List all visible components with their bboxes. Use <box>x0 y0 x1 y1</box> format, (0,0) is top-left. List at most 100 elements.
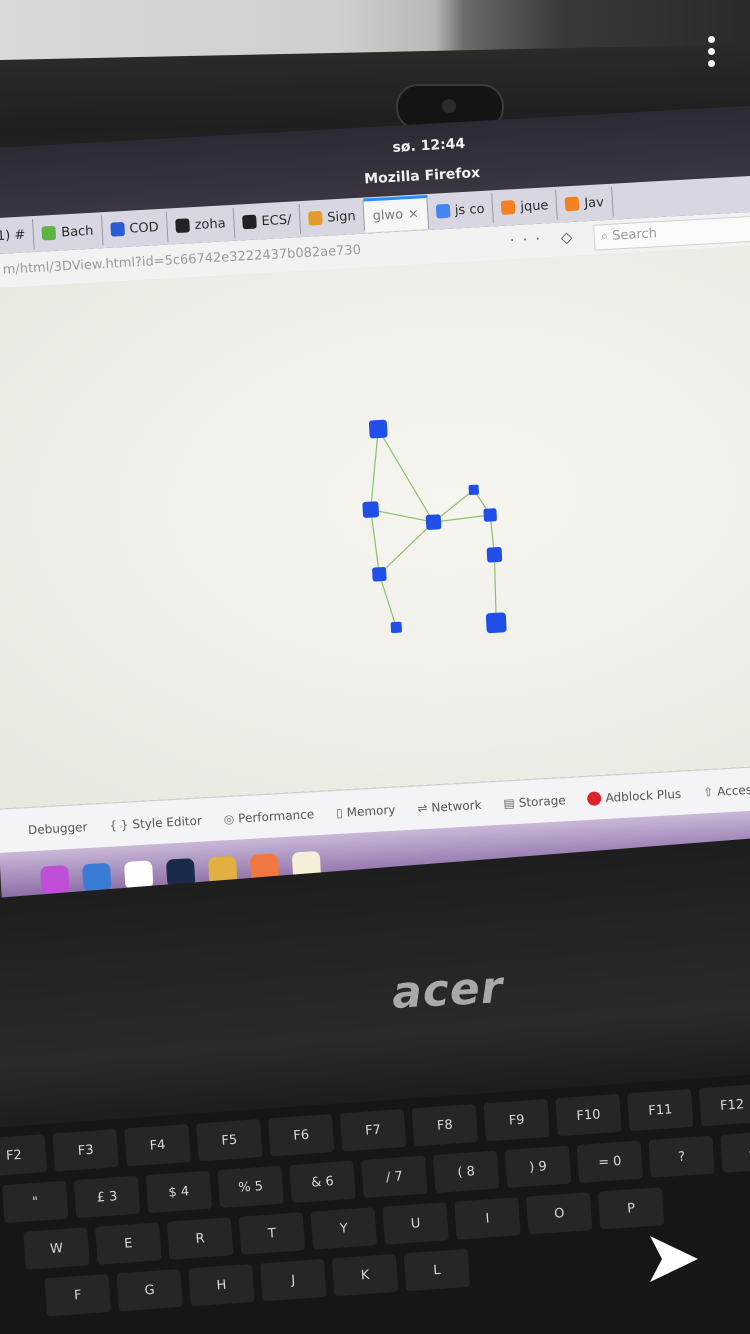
keyboard-key[interactable]: E <box>95 1222 162 1265</box>
keyboard-key[interactable]: F4 <box>124 1124 191 1167</box>
dock-app-icon[interactable] <box>40 865 70 895</box>
tab-0[interactable]: (1) # <box>0 219 36 253</box>
graph-node[interactable] <box>486 547 503 563</box>
devtools-tab-label: Adblock Plus <box>605 786 682 805</box>
keyboard-key[interactable]: U <box>382 1202 449 1245</box>
keyboard-key[interactable]: " <box>1 1180 69 1224</box>
search-placeholder: Search <box>611 226 658 244</box>
graph-node[interactable] <box>425 514 442 530</box>
graph-node[interactable] <box>468 484 480 496</box>
keyboard-key[interactable]: J <box>260 1258 327 1302</box>
devtools-tab-1[interactable]: { } Style Editor <box>109 814 202 833</box>
keyboard-key[interactable]: F8 <box>411 1103 479 1147</box>
keyboard-key[interactable]: H <box>188 1263 255 1307</box>
window-title: Mozilla Firefox <box>363 165 481 188</box>
keyboard-key[interactable]: T <box>238 1212 306 1255</box>
keyboard-key[interactable]: F11 <box>627 1088 694 1132</box>
keyboard-key[interactable]: Y <box>310 1207 378 1250</box>
tab-6[interactable]: glwo × <box>363 195 429 233</box>
keyboard-key[interactable]: & 6 <box>289 1160 356 1204</box>
keyboard-key[interactable]: P <box>597 1187 665 1230</box>
keyboard-key[interactable]: $ 4 <box>145 1170 213 1214</box>
keyboard-key[interactable]: F12 <box>698 1083 750 1127</box>
devtools-tab-3[interactable]: ▯ Memory <box>336 803 396 820</box>
keyboard-key[interactable]: I <box>454 1197 521 1240</box>
keyboard-key[interactable]: F <box>44 1273 112 1317</box>
tab-3[interactable]: zoha <box>166 207 236 242</box>
graph-edge <box>370 509 380 575</box>
keyboard-key[interactable]: G <box>116 1268 183 1312</box>
close-tab-icon[interactable]: × <box>408 206 420 222</box>
devtools-tab-label: Debugger <box>27 819 88 838</box>
keyboard-key[interactable]: F2 <box>0 1134 48 1177</box>
keyboard-key[interactable]: F3 <box>52 1129 119 1172</box>
graph-node[interactable] <box>362 501 379 518</box>
graph-node[interactable] <box>368 419 388 439</box>
devtools-tab-label: Network <box>431 797 482 815</box>
graph-edge <box>377 428 435 523</box>
tab-1[interactable]: Bach <box>33 215 104 249</box>
dock-app-icon[interactable] <box>82 862 112 893</box>
more-options-icon[interactable] <box>706 36 716 76</box>
keyboard-key[interactable]: / 7 <box>361 1155 428 1199</box>
devtools-tab-label: Style Editor <box>132 813 203 832</box>
tab-label: Sign <box>326 208 357 226</box>
devtools-tab-7[interactable]: ⇧ Accessibility <box>703 781 750 800</box>
devtools-tab-6[interactable]: Adblock Plus <box>587 786 682 807</box>
keyboard-key[interactable]: K <box>331 1253 399 1297</box>
graph-node[interactable] <box>483 508 497 522</box>
graph-node[interactable] <box>485 612 507 634</box>
devtools-tool-icon: ⇧ <box>702 784 714 800</box>
github-icon <box>175 218 191 234</box>
devtools-tool-icon: ⇌ <box>417 800 428 816</box>
keyboard-key[interactable]: + <box>720 1130 750 1173</box>
keyboard-key[interactable]: W <box>23 1227 90 1270</box>
keyboard-key[interactable]: F5 <box>196 1119 263 1162</box>
devtools-tab-5[interactable]: ▤ Storage <box>503 793 566 810</box>
tab-5[interactable]: Sign <box>299 200 366 235</box>
keyboard-key[interactable]: F9 <box>483 1098 550 1142</box>
devtools-tab-0[interactable]: Debugger <box>28 820 88 837</box>
tab-label: jque <box>519 197 549 215</box>
tab-4[interactable]: ECS/ <box>233 204 302 238</box>
tab-label: Bach <box>60 223 94 240</box>
keyboard-key[interactable]: F7 <box>339 1109 407 1152</box>
tab-label: ECS/ <box>261 212 292 229</box>
send-icon[interactable] <box>646 1232 702 1286</box>
tab-9[interactable]: Jav <box>556 186 614 220</box>
keyboard-key[interactable]: % 5 <box>217 1165 284 1209</box>
search-input[interactable]: ⌕ Search <box>593 213 750 251</box>
tab-8[interactable]: jque <box>492 189 559 224</box>
devtools-tool-icon: ▤ <box>503 796 516 811</box>
google-icon <box>435 203 451 219</box>
graph-edge <box>370 509 434 523</box>
keyboard-key[interactable]: ( 8 <box>432 1150 500 1193</box>
keyboard-key[interactable]: ) 9 <box>504 1145 572 1188</box>
tab-label: COD <box>128 219 160 237</box>
graph-edge <box>370 429 379 510</box>
tab-2[interactable]: COD <box>101 211 169 246</box>
tab-7[interactable]: js co <box>427 193 495 227</box>
devtools-tab-2[interactable]: ◎ Performance <box>223 807 314 826</box>
graph-canvas[interactable] <box>0 242 750 809</box>
devtools-tab-label: Performance <box>237 807 315 826</box>
devtools-tool-icon: { } <box>108 817 129 833</box>
keyboard-key[interactable]: = 0 <box>576 1140 644 1183</box>
brand-logo: acer <box>390 962 505 1019</box>
adblock-icon <box>587 791 602 807</box>
bulb-icon <box>307 210 323 226</box>
keyboard-key[interactable]: £ 3 <box>73 1175 141 1219</box>
tab-label: (1) # <box>0 226 26 244</box>
keyboard-key[interactable]: R <box>166 1217 234 1260</box>
shield-icon <box>110 221 125 237</box>
graph-node[interactable] <box>372 567 387 582</box>
graph-node[interactable] <box>390 621 403 634</box>
keyboard-key[interactable]: F6 <box>267 1114 335 1157</box>
keyboard-key[interactable]: O <box>526 1192 593 1235</box>
tab-label: zoha <box>194 215 226 233</box>
keyboard-key[interactable]: ? <box>648 1135 715 1178</box>
keyboard-key[interactable]: L <box>403 1248 471 1292</box>
devtools-tab-4[interactable]: ⇌ Network <box>417 798 482 816</box>
keyboard-key[interactable]: F10 <box>555 1093 622 1137</box>
graph-edge <box>378 574 397 628</box>
